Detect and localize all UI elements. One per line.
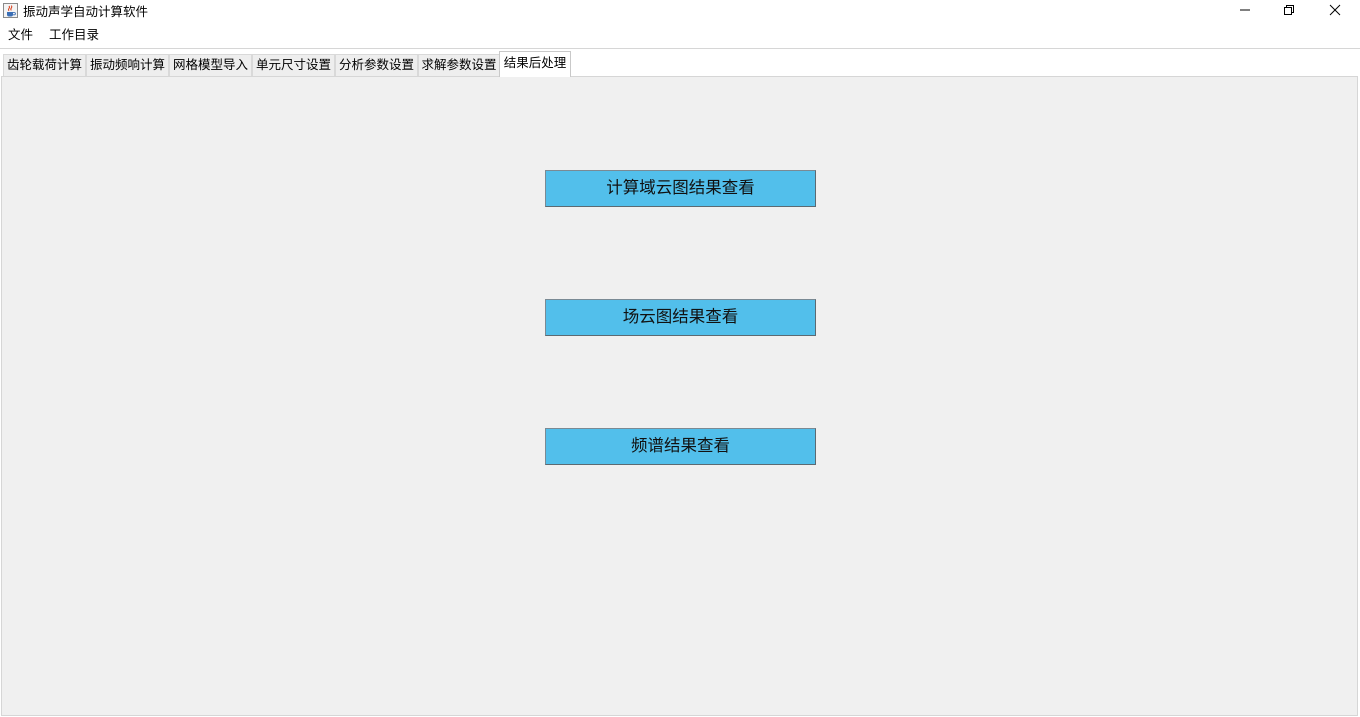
menu-file[interactable]: 文件	[8, 27, 33, 43]
minimize-button[interactable]	[1222, 0, 1268, 23]
view-field-contour-results-button[interactable]: 场云图结果查看	[545, 299, 816, 336]
tab-analysis-parameter-settings[interactable]: 分析参数设置	[335, 54, 418, 76]
close-button[interactable]	[1312, 0, 1358, 23]
menu-working-directory[interactable]: 工作目录	[49, 27, 99, 43]
result-post-processing-panel: 计算域云图结果查看 场云图结果查看 频谱结果查看	[1, 76, 1358, 716]
view-domain-contour-results-button[interactable]: 计算域云图结果查看	[545, 170, 816, 207]
tab-result-post-processing[interactable]: 结果后处理	[499, 51, 571, 77]
window-title: 振动声学自动计算软件	[23, 4, 149, 19]
close-icon	[1329, 4, 1341, 20]
tab-solver-parameter-settings[interactable]: 求解参数设置	[418, 54, 500, 76]
app-window: 振动声学自动计算软件 文件 工作目录 齿轮载荷计算 振动频响计算 网格模型导入 …	[0, 0, 1360, 717]
restore-button[interactable]	[1266, 0, 1312, 23]
tab-mesh-model-import[interactable]: 网格模型导入	[169, 54, 252, 76]
menu-bar: 文件 工作目录	[0, 23, 1360, 47]
tab-vibration-frequency-response[interactable]: 振动频响计算	[86, 54, 169, 76]
tab-element-size-settings[interactable]: 单元尺寸设置	[252, 54, 335, 76]
title-bar[interactable]: 振动声学自动计算软件	[0, 0, 1360, 23]
minimize-icon	[1239, 4, 1251, 20]
restore-icon	[1283, 4, 1295, 20]
tab-gear-load-calculation[interactable]: 齿轮载荷计算	[3, 54, 86, 76]
tab-strip: 齿轮载荷计算 振动频响计算 网格模型导入 单元尺寸设置 分析参数设置 求解参数设…	[0, 49, 1360, 77]
java-coffee-cup-icon[interactable]	[3, 3, 18, 18]
view-spectrum-results-button[interactable]: 频谱结果查看	[545, 428, 816, 465]
